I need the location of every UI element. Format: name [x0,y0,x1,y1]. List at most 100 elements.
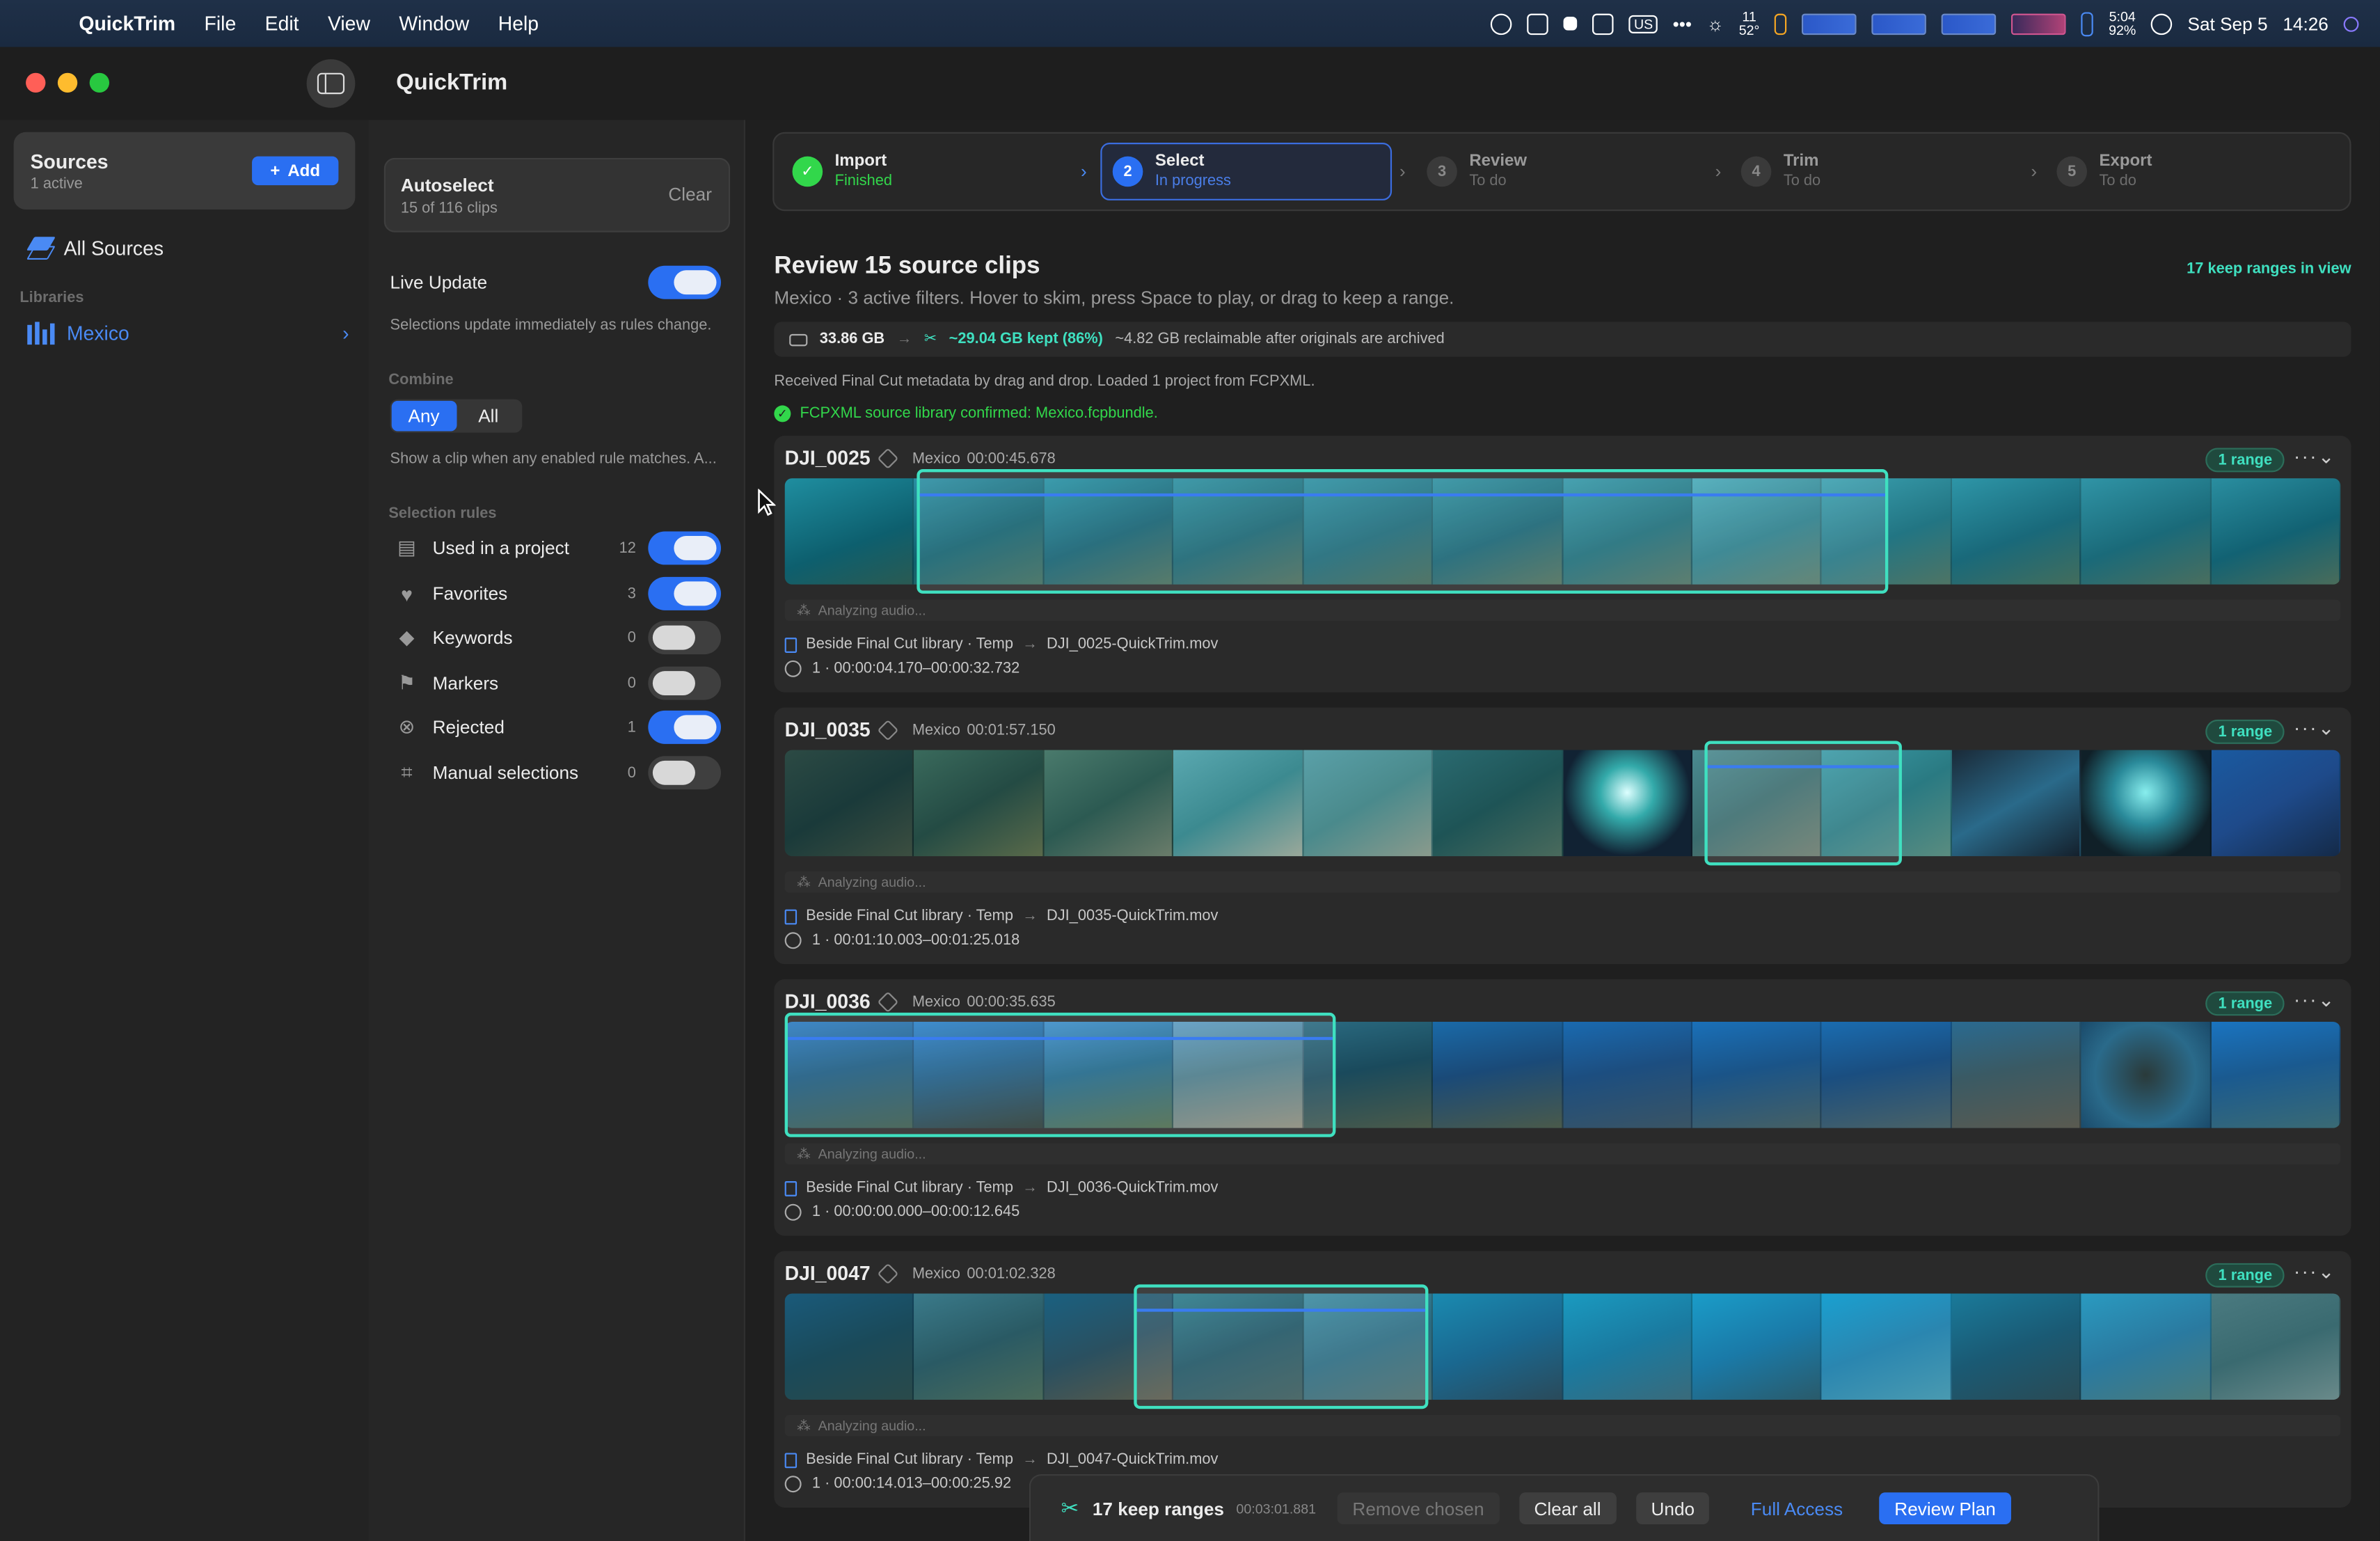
step-review[interactable]: 3 Review To do [1427,143,1715,200]
combine-description: Show a clip when any enabled rule matche… [390,450,717,468]
range-line[interactable]: 1 · 00:00:00.000–00:00:12.645 [784,1203,1020,1221]
stop-icon[interactable] [1564,16,1578,31]
range-badge[interactable]: 1 range [2206,991,2285,1016]
clip-name: DJI_0025 [784,446,871,470]
range-timecode: 1 · 00:01:10.003–00:01:25.018 [811,932,1020,949]
review-plan-button[interactable]: Review Plan [1879,1492,2011,1525]
step-select[interactable]: 2 Select In progress [1100,143,1393,200]
add-source-button[interactable]: + Add [252,156,339,186]
menu-time[interactable]: 14:26 [2283,13,2329,35]
disk-graph-icon[interactable] [2011,13,2067,35]
record-icon[interactable] [1491,13,1513,35]
step-import[interactable]: ✓ Import Finished [792,143,1096,200]
menu-help[interactable]: Help [498,12,539,35]
menu-edit[interactable]: Edit [265,12,299,35]
radio-circle-icon[interactable] [784,660,802,677]
radio-circle-icon[interactable] [784,1203,802,1221]
destination-library: Beside Final Cut library · Temp [806,908,1013,925]
cpu-icon[interactable] [1775,13,1787,35]
close-window-button[interactable] [26,72,46,93]
range-badge[interactable]: 1 range [2206,1263,2285,1288]
destination-file: DJI_0036-QuickTrim.mov [1046,1179,1219,1196]
apple-menu-icon[interactable] [24,10,51,37]
live-update-toggle[interactable] [648,265,722,299]
more-options-icon[interactable]: ···⌄ [2294,717,2336,741]
arrow-right-icon: → [1022,635,1038,653]
menu-date[interactable]: Sat Sep 5 [2188,13,2268,35]
step-title: Review [1469,152,1528,171]
clear-all-button[interactable]: Clear all [1518,1492,1617,1525]
clip-card: DJI_0036 Mexico 00:00:35.635 1 range ···… [774,979,2351,1236]
network-graph-icon[interactable] [1802,13,1857,35]
more-options-icon[interactable]: ···⌄ [2294,445,2336,469]
rule-toggle[interactable] [648,621,722,655]
disk-icon [789,333,808,346]
step-title: Import [834,152,887,171]
battery-readout: 5:04 92% [2109,8,2136,38]
menu-window[interactable]: Window [399,12,469,35]
x-circle-icon: ⊗ [398,715,415,738]
cpu-graph-icon[interactable] [1871,13,1927,35]
range-badge[interactable]: 1 range [2206,719,2285,744]
keep-range-selection[interactable] [1134,1284,1429,1409]
siri-icon[interactable] [2343,15,2359,31]
more-icon[interactable]: ••• [1673,13,1692,35]
shield-icon[interactable] [1528,13,1549,35]
range-line[interactable]: 1 · 00:00:04.170–00:00:32.732 [784,660,1020,677]
combine-any-option[interactable]: Any [391,400,457,432]
step-export[interactable]: 5 Export To do [2056,143,2345,200]
range-line[interactable]: 1 · 00:01:10.003–00:01:25.018 [784,932,1020,949]
status-area: US ••• ☼ 11 52° 5:04 92% Sat Sep 5 14:26 [1491,0,2359,47]
memory-graph-icon[interactable] [1942,13,1997,35]
full-access-link[interactable]: Full Access [1751,1498,1843,1519]
keep-ranges-count: 17 keep ranges in view [2187,261,2351,278]
step-number: 4 [1740,156,1772,187]
sidebar-item-all-sources[interactable]: All Sources [27,235,164,260]
live-update-row: Live Update [390,265,722,299]
radio-circle-icon[interactable] [784,932,802,949]
layers-icon [27,235,51,260]
menu-app[interactable]: QuickTrim [79,12,175,35]
undo-button[interactable]: Undo [1635,1492,1710,1525]
more-options-icon[interactable]: ···⌄ [2294,988,2336,1013]
rule-toggle[interactable] [648,666,722,700]
rule-toggle[interactable] [648,531,722,565]
bolt-icon[interactable] [1593,13,1615,35]
range-badge[interactable]: 1 range [2206,448,2285,473]
minimize-window-button[interactable] [57,72,78,93]
keep-range-selection[interactable] [917,469,1889,594]
clip-filmstrip[interactable] [784,1293,2341,1400]
keep-range-selection[interactable] [784,1012,1336,1137]
scissors-icon: ✂ [1061,1495,1079,1520]
sidebar-toggle-button[interactable] [306,59,356,108]
destination-library: Beside Final Cut library · Temp [806,1179,1013,1196]
remove-chosen-button[interactable]: Remove chosen [1337,1492,1500,1525]
rule-toggle[interactable] [648,576,722,610]
chevron-right-icon: › [1715,161,1722,182]
battery-icon[interactable] [2081,11,2094,36]
keyboard-layout-icon[interactable]: US [1629,14,1658,33]
zoom-window-button[interactable] [89,72,110,93]
step-trim[interactable]: 4 Trim To do [1740,143,2029,200]
clip-filmstrip[interactable] [784,750,2341,857]
rule-toggle[interactable] [648,756,722,790]
menu-file[interactable]: File [205,12,237,35]
combine-all-option[interactable]: All [456,401,521,432]
rule-label: Markers [432,672,499,694]
rule-toggle[interactable] [648,710,722,744]
step-status: To do [2099,173,2136,190]
sidebar-item-library[interactable]: Mexico › [27,322,349,345]
brightness-icon[interactable]: ☼ [1707,13,1724,35]
clip-duration: 00:00:45.678 [967,450,1056,468]
range-line[interactable]: 1 · 00:00:14.013–00:00:25.92 [784,1476,1011,1493]
menu-view[interactable]: View [328,12,370,35]
keep-ranges-duration: 00:03:01.881 [1236,1501,1317,1517]
control-center-icon[interactable] [2151,13,2173,35]
more-options-icon[interactable]: ···⌄ [2294,1260,2336,1284]
keep-range-selection[interactable] [1704,741,1902,866]
clear-button[interactable]: Clear [668,184,712,205]
chevron-right-icon: › [1080,161,1087,182]
all-sources-label: All Sources [63,236,164,259]
radio-circle-icon[interactable] [784,1476,802,1493]
tag-icon: ◆ [399,625,415,649]
